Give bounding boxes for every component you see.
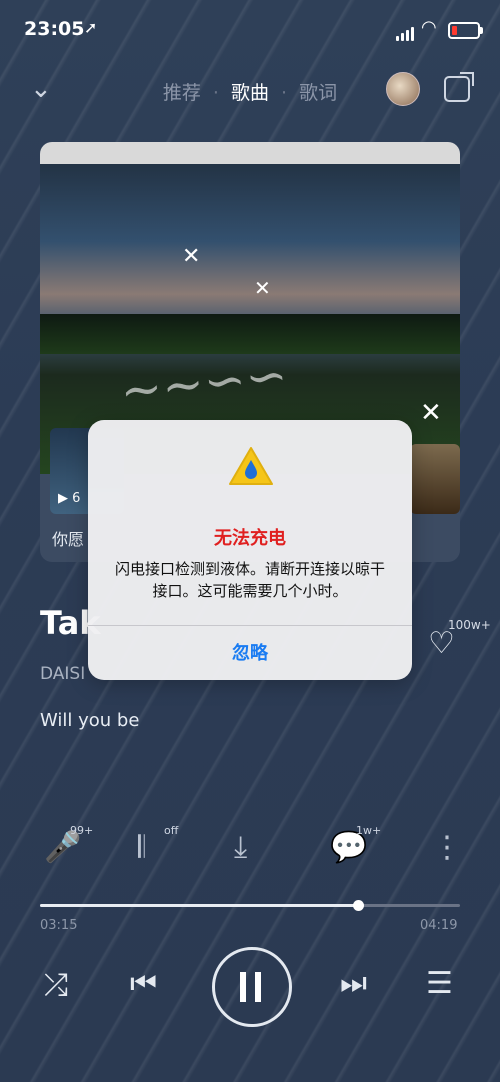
status-bar: 23:05 ➚ ◠ bbox=[0, 0, 500, 60]
album-signature-graphic: ~~∽∽ bbox=[117, 345, 291, 421]
status-time: 23:05 bbox=[24, 18, 85, 40]
progress-knob[interactable] bbox=[352, 900, 364, 911]
railroad-crossing-sign: ✕ bbox=[182, 244, 201, 269]
current-time: 03:15 bbox=[40, 918, 78, 933]
current-lyric[interactable]: Will you be bbox=[40, 710, 139, 731]
progress-track[interactable] bbox=[40, 900, 460, 911]
avatar[interactable] bbox=[386, 72, 420, 106]
download-icon[interactable]: ⤓ bbox=[234, 830, 247, 865]
previous-track-icon[interactable]: ⏮ bbox=[130, 966, 157, 1001]
alert-message: 闪电接口检测到液体。请断开连接以晾干接口。这可能需要几个小时。 bbox=[114, 560, 385, 600]
tab-recommend[interactable]: 推荐 bbox=[163, 82, 201, 104]
alert-divider bbox=[88, 625, 412, 626]
next-track-icon[interactable]: ⏭ bbox=[340, 966, 367, 1001]
ignore-button[interactable]: 忽略 bbox=[88, 628, 412, 680]
more-icon[interactable]: ⋮ bbox=[432, 830, 462, 865]
tab-separator: · bbox=[212, 82, 219, 104]
progress-fill bbox=[40, 904, 358, 907]
liquid-detected-alert: 无法充电 闪电接口检测到液体。请断开连接以晾干接口。这可能需要几个小时。 忽略 bbox=[88, 420, 412, 680]
comment-icon[interactable]: 💬 1w+ bbox=[330, 824, 381, 865]
water-drop-warning-icon bbox=[229, 447, 273, 485]
pause-icon bbox=[240, 972, 246, 1002]
playlist-icon[interactable]: ☰ bbox=[426, 966, 453, 1001]
battery-low-icon bbox=[448, 22, 483, 39]
duration: 04:19 bbox=[420, 918, 458, 933]
sound-effect-icon[interactable]: 𝄃 off bbox=[138, 824, 178, 865]
video-play-icon: ▶ 6 bbox=[58, 491, 81, 506]
video-thumbnail[interactable] bbox=[410, 444, 460, 514]
location-arrow-icon: ➚ bbox=[84, 18, 98, 37]
shuffle-icon[interactable]: ⤮ bbox=[44, 968, 68, 1003]
sing-icon[interactable]: 🎤 99+ bbox=[44, 824, 93, 865]
like-count: 100w+ bbox=[448, 618, 491, 632]
pause-button[interactable] bbox=[212, 947, 292, 1027]
share-icon[interactable] bbox=[444, 76, 470, 102]
tab-lyrics[interactable]: 歌词 bbox=[299, 82, 337, 104]
close-icon[interactable]: ✕ bbox=[420, 398, 442, 428]
thumb-count: 6 bbox=[72, 491, 81, 506]
card-caption: 你愿 bbox=[52, 530, 85, 549]
header-tabs: 推荐 · 歌曲 · 歌词 bbox=[0, 78, 500, 105]
cellular-signal-icon bbox=[396, 22, 416, 41]
comment-badge: 1w+ bbox=[356, 824, 382, 837]
sound-effect-badge: off bbox=[164, 824, 179, 837]
tab-song[interactable]: 歌曲 bbox=[231, 82, 269, 104]
wifi-icon: ◠ bbox=[421, 17, 437, 38]
song-artist[interactable]: DAISI bbox=[40, 664, 85, 684]
sing-badge: 99+ bbox=[70, 824, 94, 837]
alert-title: 无法充电 bbox=[214, 528, 286, 549]
tab-separator: · bbox=[281, 82, 288, 104]
card-top-band bbox=[40, 142, 460, 164]
railroad-crossing-sign: ✕ bbox=[254, 276, 271, 300]
